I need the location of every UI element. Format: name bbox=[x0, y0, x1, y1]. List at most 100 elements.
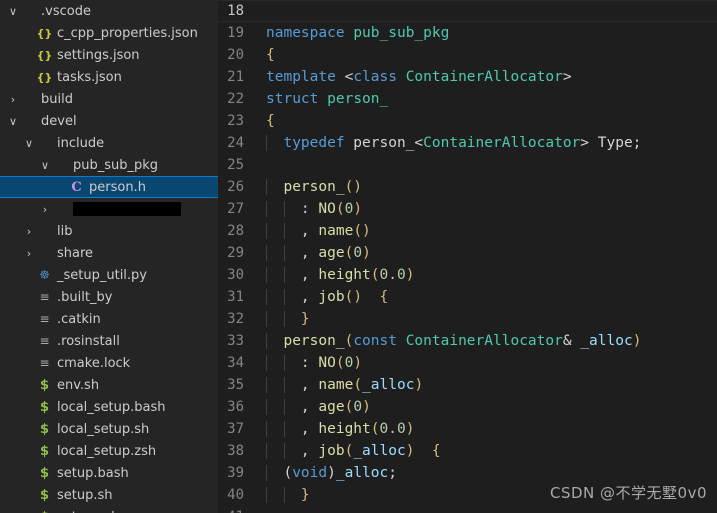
code-token: < bbox=[335, 69, 354, 85]
code-content[interactable]: 18 19 namespace pub_sub_pkg 20 {21 template <… bbox=[218, 0, 717, 513]
code-token: name bbox=[318, 223, 354, 239]
tree-item-tasks-json[interactable]: {} tasks.json bbox=[0, 66, 218, 88]
txt-file-icon: ≡ bbox=[39, 356, 50, 370]
folder-icon bbox=[36, 137, 53, 149]
code-editor[interactable]: 18 19 namespace pub_sub_pkg 20 {21 template <… bbox=[218, 0, 717, 513]
code-line[interactable]: 41 bbox=[218, 506, 717, 513]
file-tree[interactable]: ∨ .vscode {} c_cpp_properties.json {} sett… bbox=[0, 0, 218, 513]
chevron-down-icon[interactable]: ∨ bbox=[6, 6, 20, 17]
code-text: , job(_alloc) { bbox=[266, 443, 717, 459]
code-text: : NO(0) bbox=[266, 355, 717, 371]
indent-guide bbox=[283, 267, 285, 283]
code-token: void bbox=[292, 465, 328, 481]
code-line[interactable]: 35 , name(_alloc) bbox=[218, 374, 717, 396]
code-line[interactable]: 30 , height(0.0) bbox=[218, 264, 717, 286]
tree-item-label: c_cpp_properties.json bbox=[57, 25, 198, 41]
tree-item-person-h[interactable]: Cperson.h bbox=[0, 176, 218, 198]
tree-item-settings-json[interactable]: {} settings.json bbox=[0, 44, 218, 66]
code-line[interactable]: 40 } bbox=[218, 484, 717, 506]
chevron-right-icon[interactable]: › bbox=[22, 248, 36, 259]
code-line[interactable]: 22 struct person_ bbox=[218, 88, 717, 110]
tree-item-local-setup-zsh[interactable]: $ local_setup.zsh bbox=[0, 440, 218, 462]
tree-item-setup-sh[interactable]: $ setup.sh bbox=[0, 484, 218, 506]
code-line[interactable]: 21 template <class ContainerAllocator> bbox=[218, 66, 717, 88]
tree-item-rosinstall[interactable]: ≡ .rosinstall bbox=[0, 330, 218, 352]
tree-item-vscode[interactable]: ∨ .vscode bbox=[0, 0, 218, 22]
tree-item-include[interactable]: ∨ include bbox=[0, 132, 218, 154]
code-token: ( bbox=[370, 421, 380, 437]
code-token: , bbox=[266, 399, 319, 415]
code-line[interactable]: 32 } bbox=[218, 308, 717, 330]
tree-item-env-sh[interactable]: $ env.sh bbox=[0, 374, 218, 396]
tree-item-catkin[interactable]: ≡ .catkin bbox=[0, 308, 218, 330]
line-number: 29 bbox=[227, 245, 244, 261]
code-token: job bbox=[318, 289, 345, 305]
code-line[interactable]: 39 (void)_alloc; bbox=[218, 462, 717, 484]
tree-item-label: .built_by bbox=[57, 289, 113, 305]
code-line[interactable]: 31 , job() { bbox=[218, 286, 717, 308]
tree-item-setup-zsh[interactable]: $setup.zsh bbox=[0, 506, 218, 513]
code-line[interactable]: 33 person_(const ContainerAllocator& _al… bbox=[218, 330, 717, 352]
tree-item-local-setup-sh[interactable]: $ local_setup.sh bbox=[0, 418, 218, 440]
code-line[interactable]: 25 bbox=[218, 154, 717, 176]
code-line[interactable]: 34 : NO(0) bbox=[218, 352, 717, 374]
tree-item-devel[interactable]: ∨ devel bbox=[0, 110, 218, 132]
code-token: ) bbox=[405, 267, 415, 283]
chevron-down-icon[interactable]: ∨ bbox=[6, 116, 20, 127]
tree-item-cmake-lock[interactable]: ≡ cmake.lock bbox=[0, 352, 218, 374]
indent-guide bbox=[266, 223, 267, 239]
code-text: { bbox=[266, 47, 717, 63]
code-line[interactable]: 20 { bbox=[218, 44, 717, 66]
line-number: 33 bbox=[227, 333, 244, 349]
tree-item-redacted[interactable]: › bbox=[0, 198, 218, 220]
tree-item-lib[interactable]: › lib bbox=[0, 220, 218, 242]
tree-item-label: .rosinstall bbox=[57, 333, 120, 349]
tree-item-label: local_setup.sh bbox=[57, 421, 150, 437]
sh-file-icon: $ bbox=[39, 421, 50, 437]
tree-item-c-cpp-properties-json[interactable]: {} c_cpp_properties.json bbox=[0, 22, 218, 44]
chevron-right-icon[interactable]: › bbox=[22, 226, 36, 237]
chevron-right-icon[interactable]: › bbox=[6, 94, 20, 105]
code-line[interactable]: 37 , height(0.0) bbox=[218, 418, 717, 440]
chevron-right-icon[interactable]: › bbox=[38, 204, 52, 215]
code-token: NO bbox=[318, 201, 336, 217]
code-line[interactable]: 18 bbox=[218, 0, 717, 22]
tree-item-setup-util-py[interactable]: ☸ _setup_util.py bbox=[0, 264, 218, 286]
code-token: , bbox=[266, 245, 319, 261]
code-text: } bbox=[266, 487, 717, 503]
code-token: person_ bbox=[283, 179, 345, 195]
code-token: ) bbox=[362, 399, 371, 415]
code-line[interactable]: 24 typedef person_<ContainerAllocator> T… bbox=[218, 132, 717, 154]
code-line[interactable]: 23 { bbox=[218, 110, 717, 132]
code-token: height bbox=[318, 421, 371, 437]
code-line[interactable]: 19 namespace pub_sub_pkg bbox=[218, 22, 717, 44]
tree-item-built-by[interactable]: ≡ .built_by bbox=[0, 286, 218, 308]
explorer-sidebar[interactable]: ∨ .vscode {} c_cpp_properties.json {} sett… bbox=[0, 0, 218, 513]
code-line[interactable]: 29 , age(0) bbox=[218, 242, 717, 264]
line-number: 20 bbox=[227, 47, 244, 63]
code-line[interactable]: 28 , name() bbox=[218, 220, 717, 242]
code-line[interactable]: 36 , age(0) bbox=[218, 396, 717, 418]
tree-item-local-setup-bash[interactable]: $ local_setup.bash bbox=[0, 396, 218, 418]
tree-item-share[interactable]: › share bbox=[0, 242, 218, 264]
chevron-down-icon[interactable]: ∨ bbox=[22, 138, 36, 149]
indent-guide bbox=[266, 487, 267, 503]
tree-item-pub-sub-pkg[interactable]: ∨ pub_sub_pkg bbox=[0, 154, 218, 176]
tree-item-setup-bash[interactable]: $ setup.bash bbox=[0, 462, 218, 484]
code-line[interactable]: 38 , job(_alloc) { bbox=[218, 440, 717, 462]
code-token: : bbox=[266, 355, 319, 371]
code-text: , job() { bbox=[266, 289, 717, 305]
indent-guide bbox=[266, 465, 267, 481]
code-line[interactable]: 26 person_() bbox=[218, 176, 717, 198]
code-line[interactable]: 27 : NO(0) bbox=[218, 198, 717, 220]
tree-item-build[interactable]: › build bbox=[0, 88, 218, 110]
chevron-down-icon[interactable]: ∨ bbox=[38, 160, 52, 171]
tree-item-label: person.h bbox=[89, 179, 146, 195]
